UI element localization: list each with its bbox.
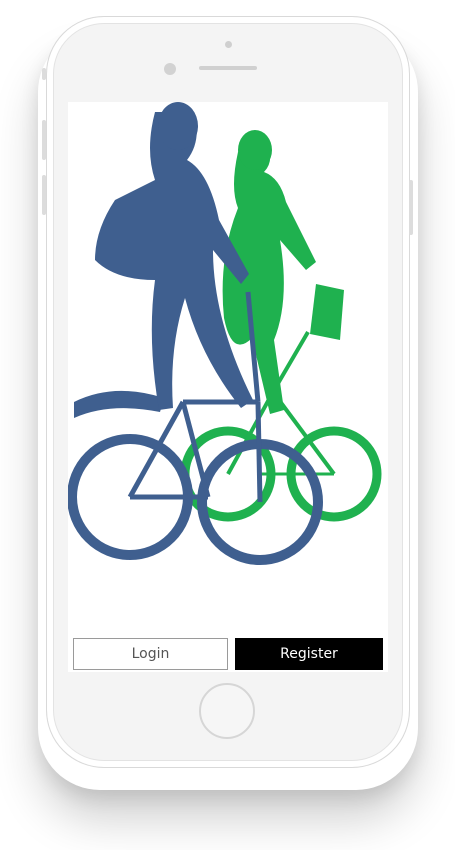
mute-switch xyxy=(42,68,46,80)
earpiece-speaker xyxy=(199,66,257,70)
volume-down-button xyxy=(42,175,46,215)
app-screen: Login Register xyxy=(68,102,388,672)
front-camera-icon xyxy=(225,41,232,48)
home-button[interactable] xyxy=(199,683,255,739)
login-button[interactable]: Login xyxy=(73,638,228,670)
cyclists-illustration xyxy=(68,102,382,565)
register-button[interactable]: Register xyxy=(235,638,383,670)
blue-cyclist xyxy=(68,102,323,565)
volume-up-button xyxy=(42,120,46,160)
power-button xyxy=(409,180,413,235)
sensor-icon xyxy=(164,63,176,75)
